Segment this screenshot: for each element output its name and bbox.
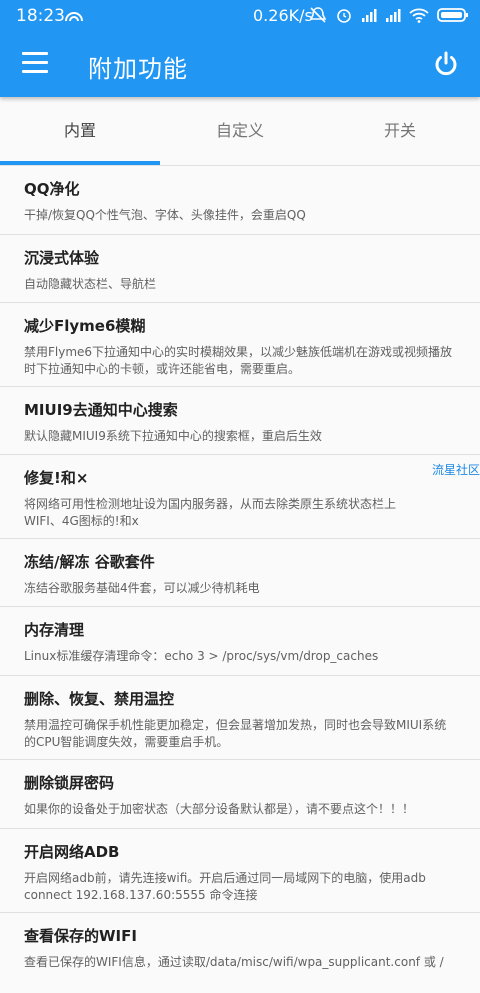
item-title: 冻结/解冻 谷歌套件 xyxy=(24,553,155,571)
list-item-qq-clean[interactable]: QQ净化 干掉/恢复QQ个性气泡、字体、头像挂件，会重启QQ xyxy=(0,166,480,235)
feature-list: QQ净化 干掉/恢复QQ个性气泡、字体、头像挂件，会重启QQ 沉浸式体验 自动隐… xyxy=(0,166,480,993)
list-item-flyme-blur[interactable]: 减少Flyme6模糊 禁用Flyme6下拉通知中心的实时模糊效果，以减少魅族低端… xyxy=(0,303,480,387)
power-icon[interactable] xyxy=(432,50,460,78)
list-item-memory-clean[interactable]: 内存清理 Linux标准缓存清理命令：echo 3 > /proc/sys/vm… xyxy=(0,607,480,676)
item-description: 将网络可用性检测地址设为国内服务器，从而去除类原生系统状态栏上WIFI、4G图标… xyxy=(24,497,397,528)
item-title: 内存清理 xyxy=(24,621,85,639)
tab-custom[interactable]: 自定义 xyxy=(160,97,320,165)
signal-icon xyxy=(361,7,377,27)
item-title: 删除、恢复、禁用温控 xyxy=(24,690,175,708)
item-title: 修复!和× xyxy=(24,469,89,487)
item-description: 如果你的设备处于加密状态（大部分设备默认都是），请不要点这个！！！ xyxy=(24,802,415,816)
item-title: 删除锁屏密码 xyxy=(24,774,115,792)
item-title: 减少Flyme6模糊 xyxy=(24,317,146,335)
network-speed: 0.26K/s xyxy=(253,6,313,25)
item-description: 干掉/恢复QQ个性气泡、字体、头像挂件，会重启QQ xyxy=(24,208,306,222)
item-title: MIUI9去通知中心搜索 xyxy=(24,401,178,419)
list-item-network-adb[interactable]: 开启网络ADB 开启网络adb前，请先连接wifi。开启后通过同一局域网下的电脑… xyxy=(0,829,480,913)
signal-icon-2 xyxy=(385,7,401,27)
list-item-fix-network-icon[interactable]: 修复!和× 将网络可用性检测地址设为国内服务器，从而去除类原生系统状态栏上WIF… xyxy=(0,455,480,539)
tab-switches[interactable]: 开关 xyxy=(320,97,480,165)
menu-icon[interactable] xyxy=(22,52,48,74)
status-bar: 18:23 0.26K/s xyxy=(0,0,480,32)
tab-bar: 内置 自定义 开关 xyxy=(0,97,480,166)
list-item-saved-wifi[interactable]: 查看保存的WIFI 查看已保存的WIFI信息，通过读取/data/misc/wi… xyxy=(0,913,480,993)
item-title: 沉浸式体验 xyxy=(24,249,100,267)
sync-icon xyxy=(64,8,84,27)
app-bar: 18:23 0.26K/s 附加功能 xyxy=(0,0,480,97)
status-time: 18:23 xyxy=(16,6,65,26)
item-title: 查看保存的WIFI xyxy=(24,927,137,945)
item-description: 冻结谷歌服务基础4件套，可以减少待机耗电 xyxy=(24,581,260,595)
list-item-immersive[interactable]: 沉浸式体验 自动隐藏状态栏、导航栏 xyxy=(0,235,480,303)
item-description: 默认隐藏MIUI9系统下拉通知中心的搜索框，重启后生效 xyxy=(24,429,322,443)
list-item-miui9-search[interactable]: MIUI9去通知中心搜索 默认隐藏MIUI9系统下拉通知中心的搜索框，重启后生效 xyxy=(0,387,480,455)
item-description: 查看已保存的WIFI信息，通过读取/data/misc/wifi/wpa_sup… xyxy=(24,955,444,969)
item-title: 开启网络ADB xyxy=(24,843,120,861)
list-item-thermal-control[interactable]: 删除、恢复、禁用温控 禁用温控可确保手机性能更加稳定，但会显著增加发热，同时也会… xyxy=(0,676,480,760)
item-description: 禁用温控可确保手机性能更加稳定，但会显著增加发热，同时也会导致MIUI系统的CP… xyxy=(24,718,447,749)
mute-icon xyxy=(309,6,327,28)
item-description: 自动隐藏状态栏、导航栏 xyxy=(24,277,157,291)
alarm-icon xyxy=(335,6,353,28)
battery-icon xyxy=(437,7,469,27)
list-item-google-freeze[interactable]: 冻结/解冻 谷歌套件 冻结谷歌服务基础4件套，可以减少待机耗电 xyxy=(0,539,480,607)
tab-indicator xyxy=(0,161,160,165)
item-description: 开启网络adb前，请先连接wifi。开启后通过同一局域网下的电脑，使用adb c… xyxy=(24,871,426,902)
page-title: 附加功能 xyxy=(88,55,188,83)
wifi-icon xyxy=(409,7,429,27)
item-description: Linux标准缓存清理命令：echo 3 > /proc/sys/vm/drop… xyxy=(24,649,379,663)
item-title: QQ净化 xyxy=(24,180,80,198)
tab-builtin[interactable]: 内置 xyxy=(0,97,160,165)
status-icons xyxy=(309,6,469,28)
list-item-remove-lock-password[interactable]: 删除锁屏密码 如果你的设备处于加密状态（大部分设备默认都是），请不要点这个！！！ xyxy=(0,760,480,829)
item-description: 禁用Flyme6下拉通知中心的实时模糊效果，以减少魅族低端机在游戏或视频播放时下… xyxy=(24,345,453,376)
side-watermark-label: 流星社区 xyxy=(431,463,480,477)
